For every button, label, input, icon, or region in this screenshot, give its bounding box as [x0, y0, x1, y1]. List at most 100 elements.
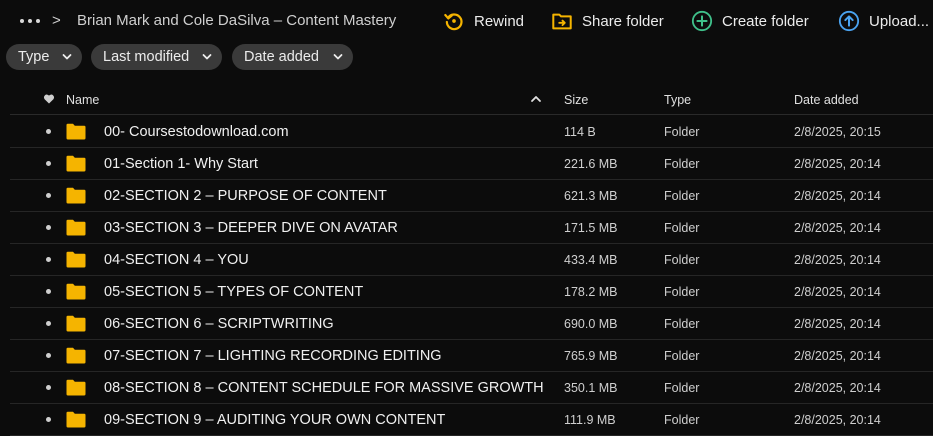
file-type: Folder [664, 157, 700, 171]
breadcrumb-current-folder[interactable]: Brian Mark and Cole DaSilva – Content Ma… [77, 12, 396, 30]
upload-icon [838, 10, 860, 32]
folder-icon [66, 251, 86, 268]
row-dot-icon [46, 257, 51, 262]
row-dot-icon [46, 417, 51, 422]
folder-icon [66, 123, 86, 140]
table-row[interactable]: 01-Section 1- Why Start 221.6 MB Folder 2/8… [10, 148, 933, 180]
create-folder-label: Create folder [722, 12, 809, 30]
file-size: 221.6 MB [564, 157, 618, 171]
file-date-added: 2/8/2025, 20:14 [794, 221, 881, 235]
date-added-filter-chip[interactable]: Date added [232, 44, 353, 70]
table-header: Name Size Type Date added [10, 85, 933, 115]
chevron-down-icon [202, 54, 212, 60]
folder-icon [66, 283, 86, 300]
file-name[interactable]: 09-SECTION 9 – AUDITING YOUR OWN CONTENT [104, 412, 445, 428]
table-row[interactable]: 09-SECTION 9 – AUDITING YOUR OWN CONTENT… [10, 404, 933, 436]
file-type: Folder [664, 125, 700, 139]
file-size: 621.3 MB [564, 189, 618, 203]
table-row[interactable]: 05-SECTION 5 – TYPES OF CONTENT 178.2 MB F… [10, 276, 933, 308]
column-header-date-added[interactable]: Date added [794, 93, 859, 107]
file-name[interactable]: 00- Coursestodownload.com [104, 124, 289, 140]
heart-icon[interactable] [43, 93, 55, 105]
file-size: 114 B [564, 125, 596, 139]
file-name[interactable]: 05-SECTION 5 – TYPES OF CONTENT [104, 284, 363, 300]
table-row[interactable]: 00- Coursestodownload.com 114 B Folder 2/8/… [10, 116, 933, 148]
file-date-added: 2/8/2025, 20:14 [794, 349, 881, 363]
sort-ascending-icon[interactable] [530, 94, 542, 104]
file-name[interactable]: 08-SECTION 8 – CONTENT SCHEDULE FOR MASS… [104, 380, 544, 396]
file-type: Folder [664, 381, 700, 395]
plus-circle-icon [691, 10, 713, 32]
file-type: Folder [664, 413, 700, 427]
type-filter-label: Type [18, 49, 50, 65]
file-date-added: 2/8/2025, 20:14 [794, 413, 881, 427]
file-name[interactable]: 03-SECTION 3 – DEEPER DIVE ON AVATAR [104, 220, 398, 236]
folder-icon [66, 155, 86, 172]
file-type: Folder [664, 221, 700, 235]
table-row[interactable]: 08-SECTION 8 – CONTENT SCHEDULE FOR MASS… [10, 372, 933, 404]
filter-bar: Type Last modified Date added [0, 44, 933, 70]
file-date-added: 2/8/2025, 20:15 [794, 125, 881, 139]
more-options-icon[interactable] [20, 14, 40, 28]
row-dot-icon [46, 129, 51, 134]
file-size: 690.0 MB [564, 317, 618, 331]
chevron-down-icon [62, 54, 72, 60]
table-row[interactable]: 06-SECTION 6 – SCRIPTWRITING 690.0 MB Fold… [10, 308, 933, 340]
rewind-icon [444, 13, 463, 31]
file-size: 171.5 MB [564, 221, 618, 235]
table-row[interactable]: 04-SECTION 4 – YOU 433.4 MB Folder 2/8/2025… [10, 244, 933, 276]
folder-icon [66, 379, 86, 396]
table-row[interactable]: 03-SECTION 3 – DEEPER DIVE ON AVATAR 171.… [10, 212, 933, 244]
file-date-added: 2/8/2025, 20:14 [794, 381, 881, 395]
rewind-button[interactable]: Rewind [443, 9, 524, 33]
column-header-type[interactable]: Type [664, 93, 691, 107]
create-folder-button[interactable]: Create folder [691, 9, 809, 33]
file-type: Folder [664, 317, 700, 331]
type-filter-chip[interactable]: Type [6, 44, 82, 70]
file-size: 765.9 MB [564, 349, 618, 363]
file-type: Folder [664, 253, 700, 267]
file-name[interactable]: 04-SECTION 4 – YOU [104, 252, 249, 268]
file-type: Folder [664, 285, 700, 299]
file-size: 111.9 MB [564, 413, 616, 427]
last-modified-filter-label: Last modified [103, 49, 190, 65]
file-date-added: 2/8/2025, 20:14 [794, 189, 881, 203]
file-date-added: 2/8/2025, 20:14 [794, 157, 881, 171]
file-type: Folder [664, 189, 700, 203]
table-row[interactable]: 07-SECTION 7 – LIGHTING RECORDING EDITIN… [10, 340, 933, 372]
file-size: 433.4 MB [564, 253, 618, 267]
upload-label: Upload... [869, 12, 930, 30]
date-added-filter-label: Date added [244, 49, 319, 65]
breadcrumb-separator: > [52, 12, 61, 29]
file-name[interactable]: 01-Section 1- Why Start [104, 156, 258, 172]
file-list: 00- Coursestodownload.com 114 B Folder 2/8/… [10, 116, 933, 436]
chevron-down-icon [333, 54, 343, 60]
file-name[interactable]: 06-SECTION 6 – SCRIPTWRITING [104, 316, 334, 332]
folder-icon [66, 219, 86, 236]
file-date-added: 2/8/2025, 20:14 [794, 317, 881, 331]
folder-icon [66, 187, 86, 204]
share-folder-icon [552, 13, 572, 30]
folder-icon [66, 315, 86, 332]
share-folder-button[interactable]: Share folder [551, 9, 664, 33]
file-size: 350.1 MB [564, 381, 618, 395]
table-row[interactable]: 02-SECTION 2 – PURPOSE OF CONTENT 621.3 M… [10, 180, 933, 212]
file-date-added: 2/8/2025, 20:14 [794, 253, 881, 267]
row-dot-icon [46, 193, 51, 198]
column-header-name[interactable]: Name [66, 93, 99, 107]
row-dot-icon [46, 289, 51, 294]
file-type: Folder [664, 349, 700, 363]
row-dot-icon [46, 353, 51, 358]
file-name[interactable]: 07-SECTION 7 – LIGHTING RECORDING EDITIN… [104, 348, 442, 364]
rewind-label: Rewind [474, 12, 525, 30]
last-modified-filter-chip[interactable]: Last modified [91, 44, 222, 70]
upload-button[interactable]: Upload... [838, 9, 929, 33]
share-folder-label: Share folder [582, 12, 664, 30]
column-header-size[interactable]: Size [564, 93, 588, 107]
file-size: 178.2 MB [564, 285, 618, 299]
top-bar: > Brian Mark and Cole DaSilva – Content … [0, 0, 933, 42]
folder-icon [66, 411, 86, 428]
file-date-added: 2/8/2025, 20:14 [794, 285, 881, 299]
file-name[interactable]: 02-SECTION 2 – PURPOSE OF CONTENT [104, 188, 387, 204]
row-dot-icon [46, 385, 51, 390]
